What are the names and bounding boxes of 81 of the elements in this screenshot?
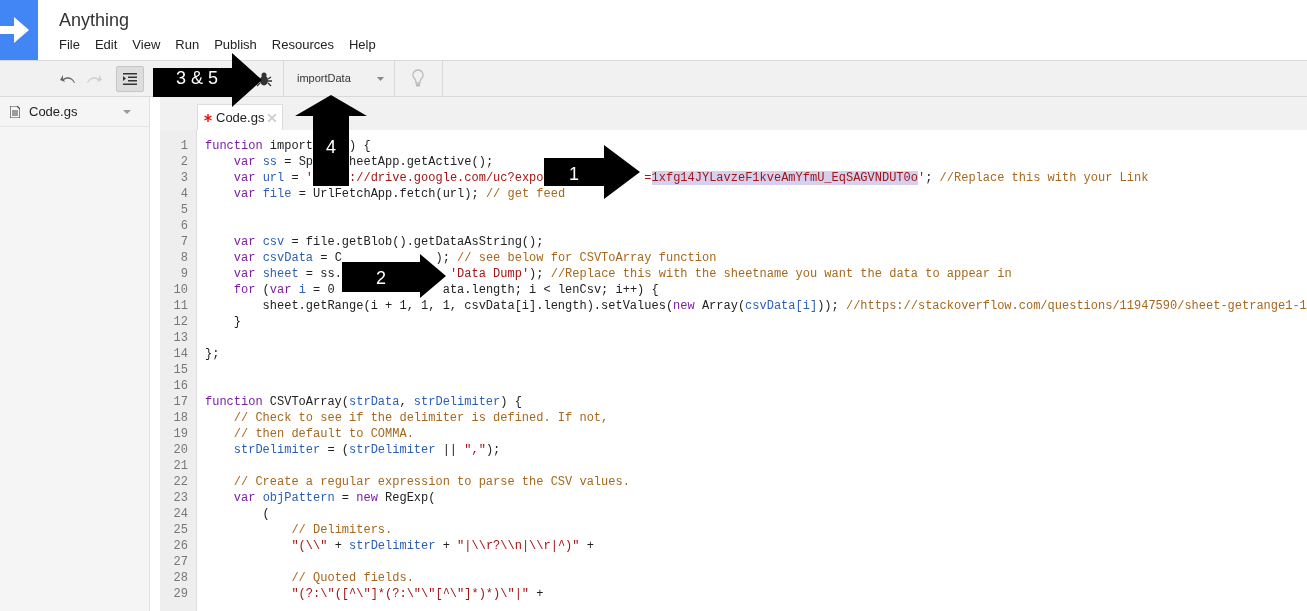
code-line: } — [233, 315, 241, 329]
editor-tab[interactable]: Code.gs — [197, 104, 284, 130]
callout-number: 1 — [569, 164, 579, 184]
function-dropdown[interactable]: importData — [284, 60, 394, 97]
line-number: 5 — [179, 202, 189, 218]
line-number: 1 — [179, 138, 189, 154]
menu-item[interactable]: Edit — [94, 37, 118, 53]
line-number: 10 — [172, 282, 189, 298]
code-fragment: function import — [205, 139, 314, 153]
indent-icon — [123, 72, 137, 85]
code-fragment: =1xfg14JYLavzeF1kveAmYfmU_EqSAGVNDUT0o'; //Replace this with your Link — [644, 171, 1149, 185]
line-number: 29 — [172, 586, 189, 602]
code-line: var file = UrlFetchApp.fetch(url); // get feed — [233, 187, 566, 201]
code-fragment: heetApp.getActive(); — [349, 155, 494, 169]
line-number: 20 — [172, 442, 189, 458]
line-number: 9 — [179, 266, 189, 282]
line-number: 28 — [172, 570, 189, 586]
code-fragment: var url = ' — [233, 171, 314, 185]
indent-toggle-button[interactable] — [116, 65, 144, 92]
code-fragment: for (var i = 0 — [233, 283, 335, 297]
asterisk-icon — [204, 113, 212, 122]
code-fragment: ata.length; i < lenCsv; i++) { — [442, 283, 659, 297]
code-line: var objPattern = new RegExp( — [233, 491, 436, 505]
code-line: // Check to see if the delimiter is defined. If not, — [233, 411, 609, 425]
code-line: function CSVToArray(strData, strDelimiter) { — [205, 395, 522, 409]
undo-icon[interactable] — [60, 73, 76, 84]
line-number: 8 — [179, 250, 189, 266]
code-line: "(?:\"([^\"]*(?:\"\"[^\"]*)*)\"|" + — [291, 587, 544, 601]
code-line: sheet.getRange(i + 1, 1, 1, csvData[i].length).setValues(new Array(csvData[i])); //https://stackoverflow.com/questions/11947590/sheet-getrange1-1 — [262, 299, 1307, 313]
code-line: "(\\" + strDelimiter + "|\\r?\\n|\\r|^)" + — [291, 539, 594, 553]
code-fragment: ); // see below for CSVToArray function — [435, 251, 717, 265]
code-line: var csv = file.getBlob().getDataAsString(); — [233, 235, 544, 249]
document-title[interactable]: Anything — [59, 9, 376, 31]
line-number: 17 — [172, 394, 189, 410]
code-line: }; — [205, 347, 220, 361]
code-fragment: ) { — [349, 139, 371, 153]
script-file-item[interactable]: Code.gs — [0, 97, 149, 127]
callout-number: 3 & 5 — [176, 68, 218, 88]
line-number: 24 — [172, 506, 189, 522]
caret-icon — [377, 76, 384, 81]
line-number: 16 — [172, 378, 189, 394]
callout-number: 4 — [326, 137, 336, 157]
line-number: 14 — [172, 346, 189, 362]
menu-item[interactable]: File — [59, 37, 80, 53]
logo-icon — [0, 0, 38, 60]
line-number: 25 — [172, 522, 189, 538]
code-line: // Create a regular expression to parse the CSV values. — [233, 475, 630, 489]
line-number: 19 — [172, 426, 189, 442]
code-fragment: var ss = Sp — [233, 155, 314, 169]
line-number: 6 — [179, 218, 189, 234]
line-number: 22 — [172, 474, 189, 490]
code-fragment: var csvData = C — [233, 251, 342, 265]
caret-icon — [123, 109, 131, 114]
line-number: 11 — [172, 298, 189, 314]
code-line: // Quoted fields. — [291, 571, 414, 585]
line-number: 2 — [179, 154, 189, 170]
line-number: 12 — [172, 314, 189, 330]
line-number: 15 — [172, 362, 189, 378]
menu-item[interactable]: Run — [175, 37, 200, 53]
document-icon — [10, 105, 20, 118]
line-number: 13 — [172, 330, 189, 346]
line-number: 27 — [172, 554, 189, 570]
menu-item[interactable]: Publish — [214, 37, 257, 53]
code-fragment: var sheet = ss. — [233, 267, 342, 281]
line-number: 18 — [172, 410, 189, 426]
code-line: // Delimiters. — [291, 523, 393, 537]
line-number: 3 — [179, 170, 189, 186]
line-number: 26 — [172, 538, 189, 554]
menu-item[interactable]: View — [132, 37, 161, 53]
menu-item[interactable]: Help — [348, 37, 376, 53]
code-line: strDelimiter = (strDelimiter || ","); — [233, 443, 501, 457]
line-number: 4 — [179, 186, 189, 202]
code-line: ( — [262, 507, 270, 521]
code-fragment: 'Data Dump'); //Replace this with the sheetname you want the data to appear in — [449, 267, 1012, 281]
code-line: // then default to COMMA. — [233, 427, 414, 441]
code-fragment: ://drive.google.com/uc?expo — [349, 171, 544, 185]
line-number: 7 — [179, 234, 189, 250]
callout-number: 2 — [376, 268, 386, 288]
menu-item[interactable]: Resources — [271, 37, 334, 53]
line-number: 23 — [172, 490, 189, 506]
line-number: 21 — [172, 458, 189, 474]
